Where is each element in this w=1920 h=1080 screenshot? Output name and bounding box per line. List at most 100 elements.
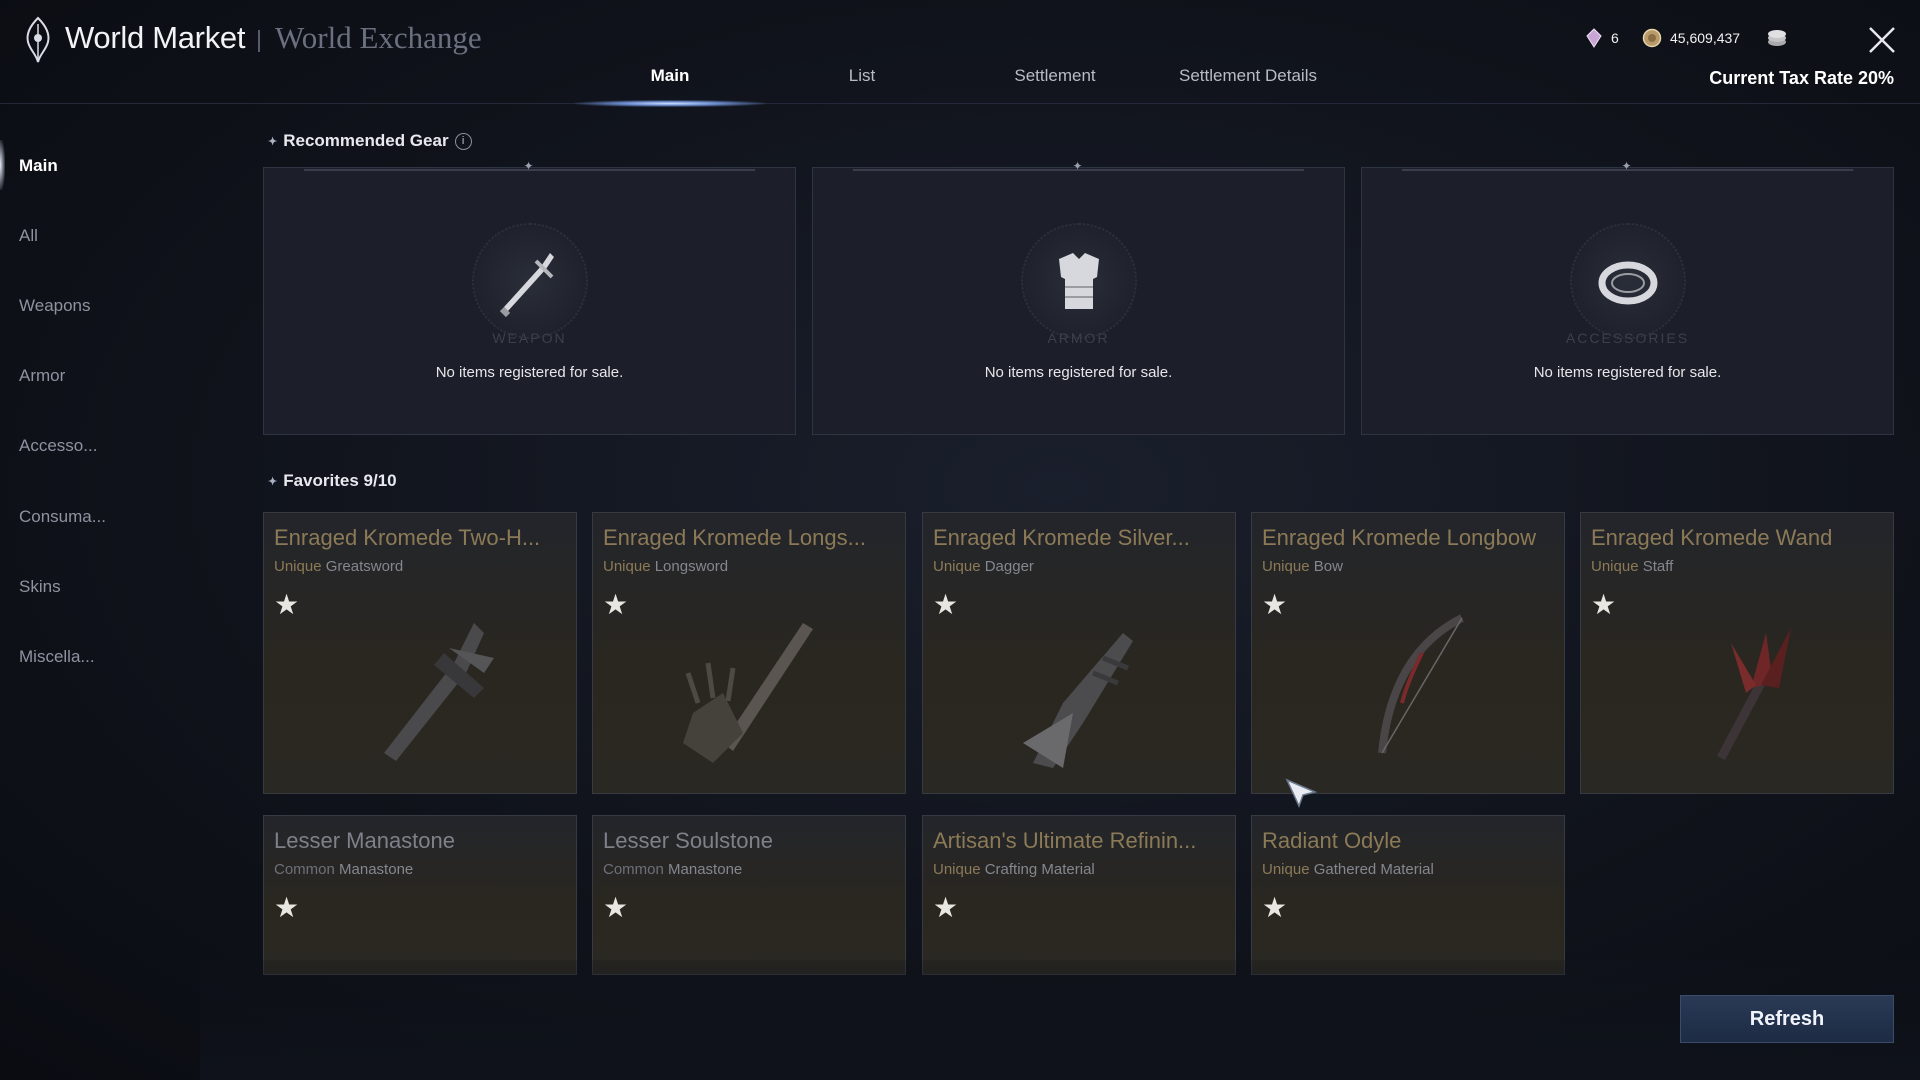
sidebar-item-armor[interactable]: Armor — [19, 366, 65, 386]
active-tab-indicator — [575, 100, 765, 107]
favorite-item-card[interactable]: Enraged Kromede Longbow Unique Bow ★ — [1251, 512, 1565, 794]
gem-count: 6 — [1611, 30, 1619, 46]
gem-icon — [1586, 28, 1602, 48]
accessories-slot — [1569, 223, 1686, 339]
favorite-item-card[interactable]: Enraged Kromede Two-H... Unique Greatswo… — [263, 512, 577, 794]
item-category: Manastone — [339, 861, 414, 878]
coin-currency: 45,609,437 — [1642, 28, 1740, 48]
item-category: Dagger — [984, 558, 1034, 575]
tab-main[interactable]: Main — [575, 66, 765, 86]
mouse-cursor-icon — [1285, 778, 1317, 808]
favorite-star-icon[interactable]: ★ — [603, 894, 628, 922]
favorite-star-icon[interactable]: ★ — [1262, 894, 1287, 922]
item-rarity: Unique — [603, 558, 651, 575]
recommended-armor-card[interactable]: ✦ ARMOR No items registered for sale. — [812, 159, 1345, 435]
diamond-bullet-icon: ✦ — [268, 475, 278, 488]
item-name: Enraged Kromede Longbow — [1262, 525, 1536, 550]
diamond-ornament-icon: ✦ — [1621, 159, 1632, 173]
coin-icon — [1642, 28, 1662, 48]
longsword-icon — [683, 623, 813, 763]
item-type: Unique Bow — [1262, 558, 1343, 575]
favorite-star-icon[interactable]: ★ — [933, 591, 958, 619]
diamond-bullet-icon: ✦ — [268, 135, 278, 148]
diamond-ornament-icon: ✦ — [1072, 159, 1083, 173]
coin-stack-icon — [1768, 30, 1786, 46]
recommended-accessories-card[interactable]: ✦ ACCESSORIES No items registered for sa… — [1361, 159, 1894, 435]
tax-rate-label: Current Tax Rate 20% — [1709, 68, 1894, 88]
staff-icon — [1717, 628, 1791, 761]
accessory-ring-icon — [1598, 261, 1657, 305]
favorite-star-icon[interactable]: ★ — [274, 894, 299, 922]
item-rarity: Unique — [933, 861, 981, 878]
favorite-item-card[interactable]: Lesser Soulstone Common Manastone ★ — [592, 815, 906, 975]
title-divider — [258, 30, 260, 52]
item-type: Unique Crafting Material — [933, 861, 1095, 878]
dagger-icon — [1023, 633, 1133, 768]
sidebar-item-consumables[interactable]: Consuma... — [19, 507, 106, 527]
coin-stack-currency[interactable] — [1765, 28, 1797, 48]
accessories-category-label: ACCESSORIES — [1565, 330, 1690, 346]
armor-empty-message: No items registered for sale. — [984, 364, 1173, 381]
sidebar-item-main[interactable]: Main — [19, 156, 58, 176]
favorite-item-card[interactable]: Enraged Kromede Silver... Unique Dagger … — [922, 512, 1236, 794]
item-type: Common Manastone — [603, 861, 742, 878]
accessories-empty-message: No items registered for sale. — [1533, 364, 1722, 381]
weapon-category-label: WEAPON — [492, 330, 567, 346]
item-rarity: Unique — [1262, 558, 1310, 575]
favorite-star-icon[interactable]: ★ — [1262, 591, 1287, 619]
item-rarity: Unique — [933, 558, 981, 575]
sidebar-item-skins[interactable]: Skins — [19, 577, 61, 597]
item-name: Radiant Odyle — [1262, 828, 1402, 853]
sidebar-active-indicator — [0, 140, 5, 190]
sidebar-item-accessories[interactable]: Accesso... — [19, 436, 97, 456]
item-rarity: Unique — [1262, 861, 1310, 878]
item-type: Unique Gathered Material — [1262, 861, 1434, 878]
app-title: World Market — [65, 20, 246, 55]
favorite-item-card[interactable]: Enraged Kromede Wand Unique Staff ★ — [1580, 512, 1894, 794]
weapon-slot — [471, 223, 588, 339]
item-rarity: Unique — [274, 558, 322, 575]
info-icon[interactable]: i — [454, 132, 472, 150]
favorite-star-icon[interactable]: ★ — [603, 591, 628, 619]
sidebar-item-weapons[interactable]: Weapons — [19, 296, 91, 316]
favorite-item-card[interactable]: Radiant Odyle Unique Gathered Material ★ — [1251, 815, 1565, 975]
favorites-heading: ✦ Favorites 9/10 — [268, 471, 397, 491]
sidebar-item-miscellaneous[interactable]: Miscella... — [19, 647, 95, 667]
recommended-gear-title: Recommended Gear — [283, 131, 449, 150]
favorite-star-icon[interactable]: ★ — [933, 894, 958, 922]
sidebar-item-all[interactable]: All — [19, 226, 38, 246]
favorite-star-icon[interactable]: ★ — [1591, 591, 1616, 619]
item-type: Unique Longsword — [603, 558, 728, 575]
armor-category-label: ARMOR — [1047, 330, 1110, 346]
item-name: Lesser Manastone — [274, 828, 455, 853]
favorite-item-card[interactable]: Lesser Manastone Common Manastone ★ — [263, 815, 577, 975]
tab-list[interactable]: List — [767, 66, 957, 86]
item-category: Manastone — [668, 861, 743, 878]
bow-icon — [1378, 614, 1464, 754]
item-name: Enraged Kromede Longs... — [603, 525, 866, 550]
item-name: Lesser Soulstone — [603, 828, 773, 853]
favorite-item-card[interactable]: Artisan's Ultimate Refinin... Unique Cra… — [922, 815, 1236, 975]
item-name: Enraged Kromede Two-H... — [274, 525, 541, 550]
item-name: Enraged Kromede Wand — [1591, 525, 1833, 550]
favorite-item-card[interactable]: Enraged Kromede Longs... Unique Longswor… — [592, 512, 906, 794]
recommended-gear-heading: ✦ Recommended Gear i — [268, 131, 472, 151]
favorites-title: Favorites 9/10 — [283, 471, 397, 490]
item-category: Crafting Material — [984, 861, 1095, 878]
tab-settlement-details[interactable]: Settlement Details — [1153, 66, 1343, 86]
item-rarity: Common — [274, 861, 335, 878]
bottom-fade-overlay — [200, 960, 1920, 1080]
header-bar: World Market World Exchange Main List Se… — [0, 0, 1920, 104]
gem-currency: 6 — [1585, 28, 1619, 48]
armor-icon — [1058, 253, 1099, 309]
weapon-icon — [499, 253, 554, 318]
tab-settlement[interactable]: Settlement — [960, 66, 1150, 86]
weapon-empty-message: No items registered for sale. — [435, 364, 624, 381]
app-subtitle: World Exchange — [275, 20, 482, 55]
recommended-weapon-card[interactable]: ✦ WEAPON No items registered for sale. — [263, 159, 796, 435]
close-button[interactable] — [1864, 22, 1900, 58]
item-type: Unique Greatsword — [274, 558, 403, 575]
favorite-star-icon[interactable]: ★ — [274, 591, 299, 619]
refresh-button[interactable]: Refresh — [1680, 995, 1894, 1043]
item-name: Artisan's Ultimate Refinin... — [933, 828, 1197, 853]
